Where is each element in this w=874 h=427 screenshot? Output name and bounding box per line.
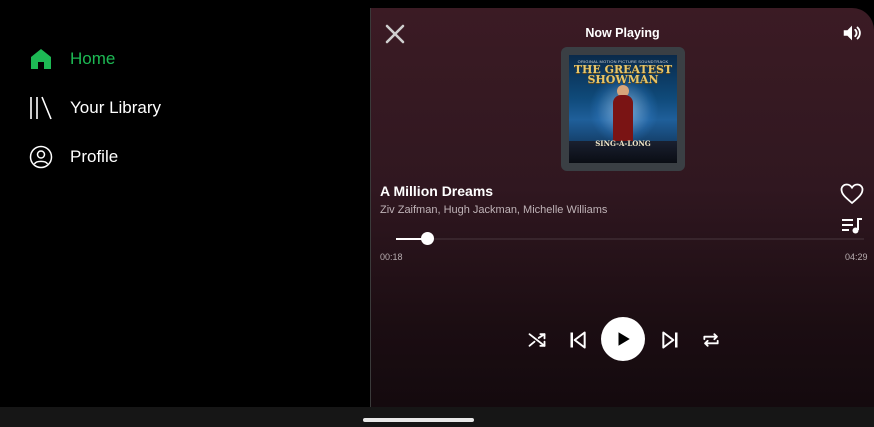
progress-thumb[interactable] bbox=[421, 232, 435, 245]
repeat-icon bbox=[703, 333, 719, 347]
system-navigation-bar bbox=[0, 407, 874, 427]
sidebar-item-label: Profile bbox=[70, 147, 119, 166]
play-icon bbox=[618, 332, 630, 346]
page-title: Now Playing bbox=[585, 26, 660, 40]
profile-icon bbox=[28, 144, 54, 170]
elapsed-time: 00:18 bbox=[380, 252, 403, 262]
track-artists: Ziv Zaifman, Hugh Jackman, Michelle Will… bbox=[380, 204, 608, 216]
sidebar-item-label: Home bbox=[70, 49, 116, 68]
now-playing-panel: Now Playing ORIGINAL MOTION PICTURE SOUN… bbox=[371, 8, 874, 407]
album-art-subtitle: SING-A-LONG bbox=[595, 139, 651, 148]
progress-bar[interactable] bbox=[396, 232, 864, 245]
shuffle-button[interactable] bbox=[526, 329, 548, 351]
sidebar-item-home[interactable]: Home bbox=[28, 44, 115, 74]
volume-icon bbox=[843, 25, 861, 41]
like-button[interactable] bbox=[840, 183, 864, 205]
next-button[interactable] bbox=[659, 329, 681, 351]
volume-button[interactable] bbox=[841, 22, 863, 44]
play-button[interactable] bbox=[601, 317, 645, 361]
queue-button[interactable] bbox=[842, 217, 862, 235]
skip-previous-icon bbox=[570, 331, 586, 349]
album-art-frame: ORIGINAL MOTION PICTURE SOUNDTRACK THE G… bbox=[561, 47, 685, 171]
sidebar-item-label: Your Library bbox=[70, 98, 162, 117]
shuffle-icon bbox=[528, 333, 546, 347]
sidebar-item-profile[interactable]: Profile bbox=[28, 142, 118, 172]
library-icon bbox=[28, 95, 54, 121]
album-art: ORIGINAL MOTION PICTURE SOUNDTRACK THE G… bbox=[569, 55, 677, 163]
album-art-title: THE GREATEST SHOWMAN bbox=[573, 63, 673, 86]
home-icon bbox=[28, 46, 54, 72]
heart-icon bbox=[840, 183, 864, 205]
track-title: A Million Dreams bbox=[380, 183, 494, 199]
home-indicator[interactable] bbox=[363, 418, 474, 422]
previous-button[interactable] bbox=[567, 329, 589, 351]
total-time: 04:29 bbox=[845, 252, 868, 262]
repeat-button[interactable] bbox=[700, 329, 722, 351]
sidebar: Home Your Library Profile bbox=[0, 0, 370, 407]
queue-icon bbox=[842, 218, 862, 234]
skip-next-icon bbox=[662, 331, 678, 349]
sidebar-item-library[interactable]: Your Library bbox=[28, 93, 161, 123]
